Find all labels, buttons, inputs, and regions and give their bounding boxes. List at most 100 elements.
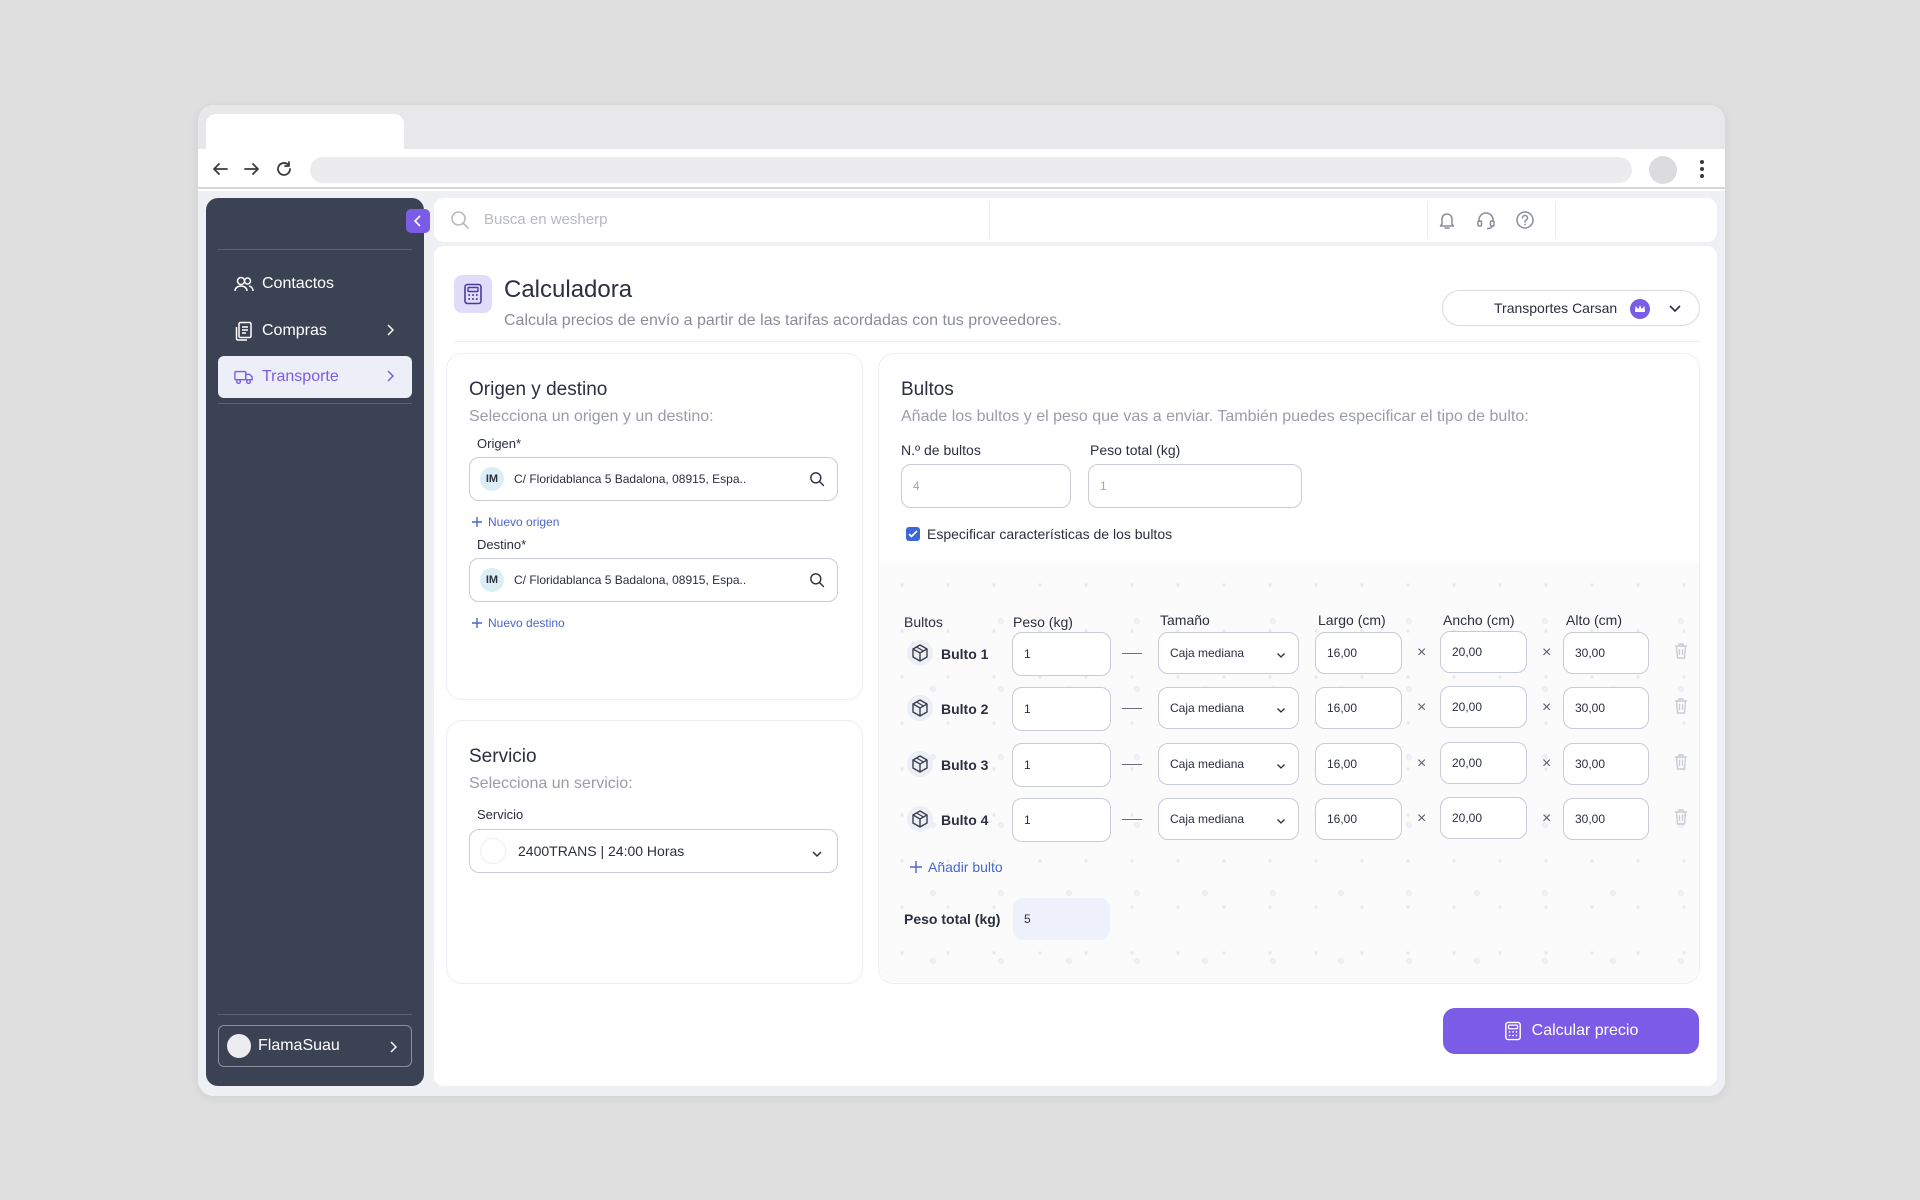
- card-subtitle: Añade los bultos y el peso que vas a env…: [901, 408, 1529, 425]
- package-width-input[interactable]: 20,00: [1440, 742, 1527, 784]
- package-size-value: Caja mediana: [1170, 646, 1245, 660]
- multiply-icon: ×: [1542, 755, 1552, 772]
- package-height-input[interactable]: 30,00: [1563, 687, 1649, 729]
- chevron-down-icon: [1668, 301, 1682, 317]
- forward-icon[interactable]: [240, 157, 264, 181]
- packages-card: Bultos Añade los bultos y el peso que va…: [878, 353, 1700, 984]
- search-input[interactable]: Busca en wesherp: [484, 211, 607, 228]
- package-size-select[interactable]: Caja mediana: [1158, 687, 1299, 729]
- service-select[interactable]: 2400TRANS | 24:00 Horas: [469, 829, 838, 873]
- separator-dash: [1122, 764, 1142, 765]
- destination-label: Destino*: [477, 537, 527, 552]
- calculate-price-label: Calcular precio: [1531, 1022, 1639, 1039]
- specify-checkbox[interactable]: [906, 527, 920, 541]
- multiply-icon: ×: [1542, 810, 1552, 827]
- package-width-input[interactable]: 20,00: [1440, 686, 1527, 728]
- service-logo: [480, 838, 506, 864]
- help-icon[interactable]: [1514, 209, 1536, 231]
- package-length-value: 16,00: [1327, 757, 1358, 771]
- sidebar-item-transporte[interactable]: Transporte: [218, 356, 412, 398]
- tab-bar: [198, 105, 1725, 149]
- search-icon[interactable]: [809, 471, 825, 490]
- origin-field[interactable]: IM C/ Floridablanca 5 Badalona, 08915, E…: [469, 457, 838, 501]
- col-header-bultos: Bultos: [904, 614, 943, 630]
- profile-avatar[interactable]: [1649, 156, 1677, 184]
- sidebar-item-contactos[interactable]: Contactos: [218, 263, 412, 305]
- new-origin-link[interactable]: Nuevo origen: [471, 515, 559, 529]
- col-header-alto: Alto (cm): [1566, 612, 1622, 628]
- separator-dash: [1122, 819, 1142, 820]
- add-package-link[interactable]: Añadir bulto: [909, 859, 1003, 875]
- package-size-select[interactable]: Caja mediana: [1158, 743, 1299, 785]
- package-weight-input[interactable]: 1: [1012, 798, 1111, 842]
- address-bar[interactable]: [310, 157, 1632, 183]
- sidebar-item-compras[interactable]: Compras: [218, 310, 412, 352]
- truck-icon: [234, 367, 254, 387]
- package-weight-input[interactable]: 1: [1012, 687, 1111, 731]
- package-height-input[interactable]: 30,00: [1563, 743, 1649, 785]
- package-width-input[interactable]: 20,00: [1440, 797, 1527, 839]
- package-weight-value: 1: [1024, 647, 1031, 661]
- origin-value: C/ Floridablanca 5 Badalona, 08915, Espa…: [514, 472, 747, 486]
- card-subtitle: Selecciona un origen y un destino:: [469, 408, 714, 425]
- package-height-input[interactable]: 30,00: [1563, 798, 1649, 840]
- num-packages-input[interactable]: 4: [901, 464, 1071, 508]
- package-width-value: 20,00: [1452, 645, 1483, 659]
- sidebar-item-label: Transporte: [262, 368, 339, 385]
- total-weight-input[interactable]: 1: [1088, 464, 1302, 508]
- package-length-input[interactable]: 16,00: [1315, 798, 1402, 840]
- search-icon[interactable]: [809, 572, 825, 591]
- calculate-price-button[interactable]: Calcular precio: [1443, 1008, 1699, 1054]
- service-card: Servicio Selecciona un servicio: Servici…: [446, 720, 863, 984]
- col-header-peso: Peso (kg): [1013, 614, 1073, 630]
- package-weight-input[interactable]: 1: [1012, 743, 1111, 787]
- package-name: Bulto 3: [941, 757, 989, 773]
- provider-select[interactable]: Transportes Carsan: [1442, 290, 1700, 326]
- crown-icon: [1630, 299, 1650, 319]
- package-icon: [907, 806, 933, 832]
- chevron-right-icon: [386, 323, 395, 341]
- package-name: Bulto 2: [941, 701, 989, 717]
- calculator-icon: [454, 275, 492, 313]
- multiply-icon: ×: [1417, 810, 1427, 827]
- origin-destination-card: Origen y destino Selecciona un origen y …: [446, 353, 863, 700]
- user-menu-button[interactable]: FlamaSuau: [218, 1025, 412, 1067]
- card-subtitle: Selecciona un servicio:: [469, 775, 633, 792]
- package-size-select[interactable]: Caja mediana: [1158, 798, 1299, 840]
- package-width-input[interactable]: 20,00: [1440, 631, 1527, 673]
- package-length-value: 16,00: [1327, 812, 1358, 826]
- origin-badge: IM: [480, 467, 504, 491]
- collapse-sidebar-button[interactable]: [406, 209, 430, 233]
- package-width-value: 20,00: [1452, 700, 1483, 714]
- package-name: Bulto 4: [941, 812, 989, 828]
- chevron-down-icon: [811, 845, 823, 861]
- menu-kebab-icon[interactable]: [1690, 157, 1714, 181]
- package-length-input[interactable]: 16,00: [1315, 632, 1402, 674]
- destination-field[interactable]: IM C/ Floridablanca 5 Badalona, 08915, E…: [469, 558, 838, 602]
- separator-dash: [1122, 708, 1142, 709]
- package-height-input[interactable]: 30,00: [1563, 632, 1649, 674]
- package-weight-input[interactable]: 1: [1012, 632, 1111, 676]
- package-size-select[interactable]: Caja mediana: [1158, 632, 1299, 674]
- back-icon[interactable]: [208, 157, 232, 181]
- package-length-input[interactable]: 16,00: [1315, 687, 1402, 729]
- topbar-divider: [1427, 202, 1428, 238]
- delete-package-icon[interactable]: [1673, 697, 1689, 720]
- browser-tab[interactable]: [206, 114, 404, 149]
- delete-package-icon[interactable]: [1673, 753, 1689, 776]
- reload-icon[interactable]: [272, 157, 296, 181]
- headset-icon[interactable]: [1475, 209, 1497, 231]
- multiply-icon: ×: [1417, 644, 1427, 661]
- package-length-input[interactable]: 16,00: [1315, 743, 1402, 785]
- new-destination-label: Nuevo destino: [488, 616, 565, 630]
- package-icon: [907, 640, 933, 666]
- delete-package-icon[interactable]: [1673, 642, 1689, 665]
- col-header-largo: Largo (cm): [1318, 612, 1386, 628]
- sidebar-divider: [218, 1014, 412, 1015]
- new-destination-link[interactable]: Nuevo destino: [471, 616, 565, 630]
- delete-package-icon[interactable]: [1673, 808, 1689, 831]
- summary-weight-value: 5: [1013, 898, 1110, 940]
- package-weight-value: 1: [1024, 813, 1031, 827]
- bell-icon[interactable]: [1436, 209, 1458, 231]
- multiply-icon: ×: [1417, 699, 1427, 716]
